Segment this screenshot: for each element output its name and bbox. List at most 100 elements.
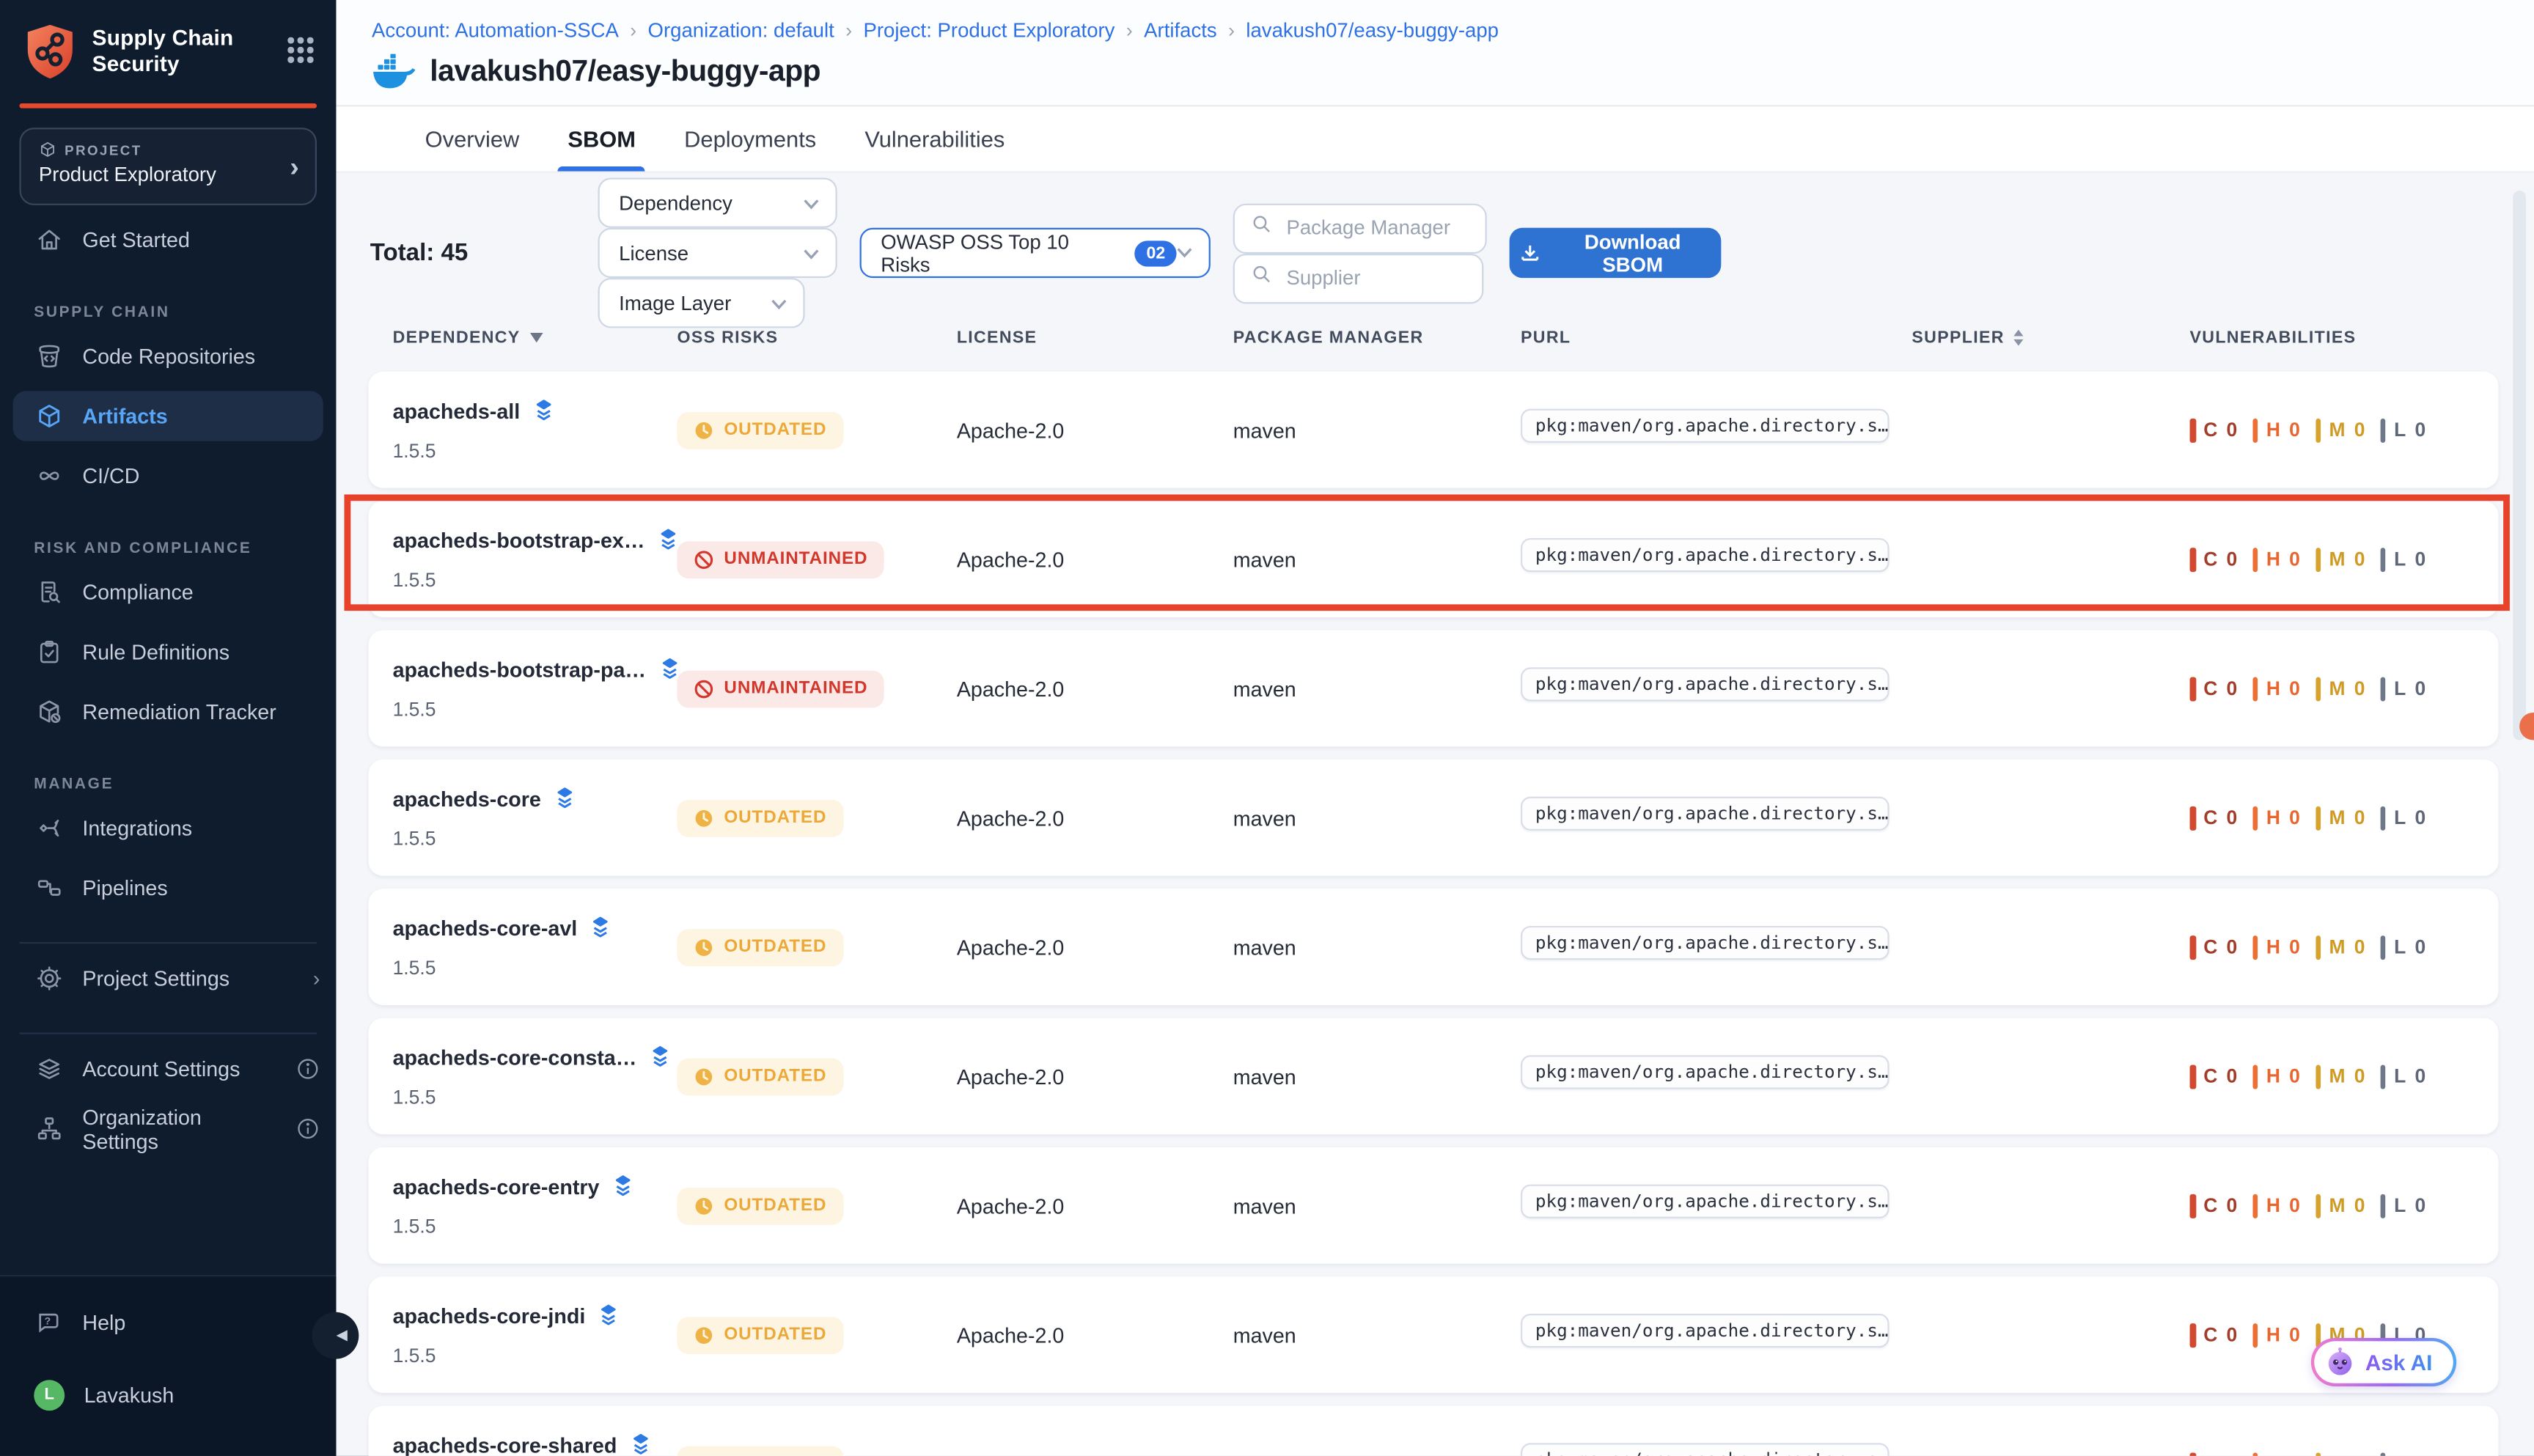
severity-letter: C (2203, 1065, 2218, 1087)
dependency-cell: apacheds-core-entry1.5.5 (393, 1147, 677, 1264)
sidebar-item-artifacts[interactable]: Artifacts (13, 391, 323, 441)
vulnerabilities-cell: C0H0M0L0 (2190, 806, 2499, 830)
sidebar-item-ci-cd[interactable]: CI/CD (0, 451, 336, 501)
purl-chip[interactable]: pkg:maven/org.apache.directory.s… (1521, 1185, 1890, 1218)
clock-icon (694, 1454, 715, 1456)
column-label: VULNERABILITIES (2190, 328, 2357, 347)
purl-chip[interactable]: pkg:maven/org.apache.directory.s… (1521, 409, 1890, 443)
sort-icon[interactable] (2014, 330, 2024, 345)
sidebar-item-user[interactable]: L Lavakush (0, 1370, 336, 1420)
purl-chip[interactable]: pkg:maven/org.apache.directory.s… (1521, 667, 1890, 701)
oss-risk-label: OUTDATED (724, 937, 826, 956)
chevron-right-icon: › (313, 966, 320, 990)
project-label: PROJECT (39, 141, 299, 158)
breadcrumb-link[interactable]: Account: Automation-SSCA (372, 19, 619, 42)
purl-cell: pkg:maven/org.apache.directory.s… (1521, 1314, 1911, 1356)
vuln-count-l: L0 (2380, 935, 2426, 959)
layers-gear-icon (34, 1054, 63, 1084)
project-selector[interactable]: PROJECT Product Exploratory › (19, 128, 317, 205)
sidebar-item-remediation-tracker[interactable]: Remediation Tracker (0, 687, 336, 737)
filter-select-dependency[interactable]: Dependency (598, 177, 837, 227)
breadcrumb-link[interactable]: Project: Product Exploratory (863, 19, 1114, 42)
search-package-manager-input[interactable] (1283, 215, 1469, 240)
tab-vulnerabilities[interactable]: Vulnerabilities (862, 106, 1008, 171)
search-supplier-input[interactable] (1283, 265, 1466, 290)
sidebar-item-get-started[interactable]: Get Started (0, 215, 336, 265)
severity-count: 0 (2414, 677, 2426, 700)
severity-count: 0 (2289, 935, 2301, 958)
dependency-cell: apacheds-bootstrap-ex…1.5.5 (393, 501, 677, 617)
sort-desc-icon[interactable] (530, 333, 543, 342)
sidebar-item-organization-settings[interactable]: Organization Settings (0, 1103, 336, 1153)
severity-letter: L (2394, 935, 2406, 958)
purl-chip[interactable]: pkg:maven/org.apache.directory.s… (1521, 797, 1890, 831)
vuln-count-c: C0 (2190, 418, 2239, 442)
column-header-purl: PURL (1521, 328, 1911, 347)
purl-chip[interactable]: pkg:maven/org.apache.directory.s… (1521, 1443, 1890, 1456)
scrollbar-thumb[interactable] (2513, 191, 2526, 740)
table-row[interactable]: apacheds-core-consta…1.5.5OUTDATEDApache… (369, 1018, 2499, 1135)
severity-count: 0 (2354, 1065, 2366, 1087)
table-row[interactable]: apacheds-bootstrap-pa…1.5.5UNMAINTAINEDA… (369, 630, 2499, 747)
severity-count: 0 (2289, 548, 2301, 570)
severity-letter: H (2266, 419, 2281, 441)
severity-letter: H (2266, 935, 2281, 958)
sidebar-item-account-settings[interactable]: Account Settings (0, 1044, 336, 1094)
info-icon (295, 1056, 320, 1081)
clock-icon (694, 419, 715, 441)
breadcrumb-link[interactable]: Organization: default (648, 19, 834, 42)
sidebar-collapse-button[interactable]: ◀ (312, 1312, 359, 1359)
pipelines-icon (34, 873, 63, 902)
table-row[interactable]: apacheds-core-shared1.5.5OUTDATEDApache-… (369, 1406, 2499, 1456)
oss-risk-cell: OUTDATED (677, 411, 957, 449)
ask-ai-button[interactable]: Ask AI (2311, 1338, 2456, 1386)
sidebar-item-integrations[interactable]: Integrations (0, 803, 336, 853)
table-row[interactable]: apacheds-all1.5.5OUTDATEDApache-2.0maven… (369, 372, 2499, 488)
table-row[interactable]: apacheds-core1.5.5OUTDATEDApache-2.0mave… (369, 760, 2499, 876)
severity-letter: H (2266, 806, 2281, 829)
download-icon (1519, 242, 1541, 265)
cube-icon (34, 402, 63, 431)
severity-count: 0 (2289, 677, 2301, 700)
sidebar-item-project-settings[interactable]: Project Settings› (0, 953, 336, 1003)
tab-overview[interactable]: Overview (422, 106, 522, 171)
sidebar-item-help[interactable]: ? Help (0, 1298, 336, 1347)
tab-sbom[interactable]: SBOM (565, 106, 639, 171)
table-row[interactable]: apacheds-bootstrap-ex…1.5.5UNMAINTAINEDA… (369, 501, 2499, 617)
license-cell: Apache-2.0 (957, 1323, 1233, 1347)
sidebar-item-compliance[interactable]: Compliance (0, 567, 336, 617)
breadcrumb-link[interactable]: lavakush07/easy-buggy-app (1246, 19, 1499, 42)
purl-chip[interactable]: pkg:maven/org.apache.directory.s… (1521, 538, 1890, 572)
dependency-name: apacheds-all (393, 398, 521, 422)
table-row[interactable]: apacheds-core-avl1.5.5OUTDATEDApache-2.0… (369, 889, 2499, 1005)
purl-chip[interactable]: pkg:maven/org.apache.directory.s… (1521, 1055, 1890, 1089)
tab-deployments[interactable]: Deployments (681, 106, 820, 171)
app-window: Supply Chain Security PROJECT Product Ex… (0, 0, 2534, 1456)
owasp-risks-filter[interactable]: OWASP OSS Top 10 Risks 02 (860, 228, 1211, 278)
table-row[interactable]: apacheds-core-jndi1.5.5OUTDATEDApache-2.… (369, 1276, 2499, 1393)
severity-bar (2380, 935, 2386, 959)
filter-select-license[interactable]: License (598, 228, 837, 278)
page-header: Account: Automation-SSCA›Organization: d… (336, 0, 2534, 106)
sidebar-item-rule-definitions[interactable]: Rule Definitions (0, 627, 336, 677)
filter-select-value: Dependency (619, 191, 732, 214)
help-label: Help (82, 1311, 125, 1335)
purl-chip[interactable]: pkg:maven/org.apache.directory.s… (1521, 926, 1890, 960)
dependency-version: 1.5.5 (393, 440, 677, 463)
package-manager-cell: maven (1233, 1064, 1521, 1088)
app-switcher-icon[interactable] (287, 37, 317, 67)
breadcrumb: Account: Automation-SSCA›Organization: d… (372, 19, 2534, 42)
sidebar-item-code-repositories[interactable]: Code Repositories (0, 331, 336, 381)
download-sbom-button[interactable]: Download SBOM (1510, 228, 1722, 278)
severity-count: 0 (2414, 548, 2426, 570)
sidebar-item-pipelines[interactable]: Pipelines (0, 863, 336, 913)
dependency-name: apacheds-core-shared (393, 1433, 617, 1456)
oss-risk-badge: UNMAINTAINED (677, 540, 884, 578)
table-row[interactable]: apacheds-core-entry1.5.5OUTDATEDApache-2… (369, 1147, 2499, 1264)
breadcrumb-link[interactable]: Artifacts (1144, 19, 1217, 42)
column-header-dependency[interactable]: DEPENDENCY (393, 328, 677, 347)
purl-chip[interactable]: pkg:maven/org.apache.directory.s… (1521, 1314, 1890, 1347)
column-header-supplier[interactable]: SUPPLIER (1911, 328, 2189, 347)
severity-letter: C (2203, 677, 2218, 700)
vuln-count-l: L0 (2380, 547, 2426, 571)
